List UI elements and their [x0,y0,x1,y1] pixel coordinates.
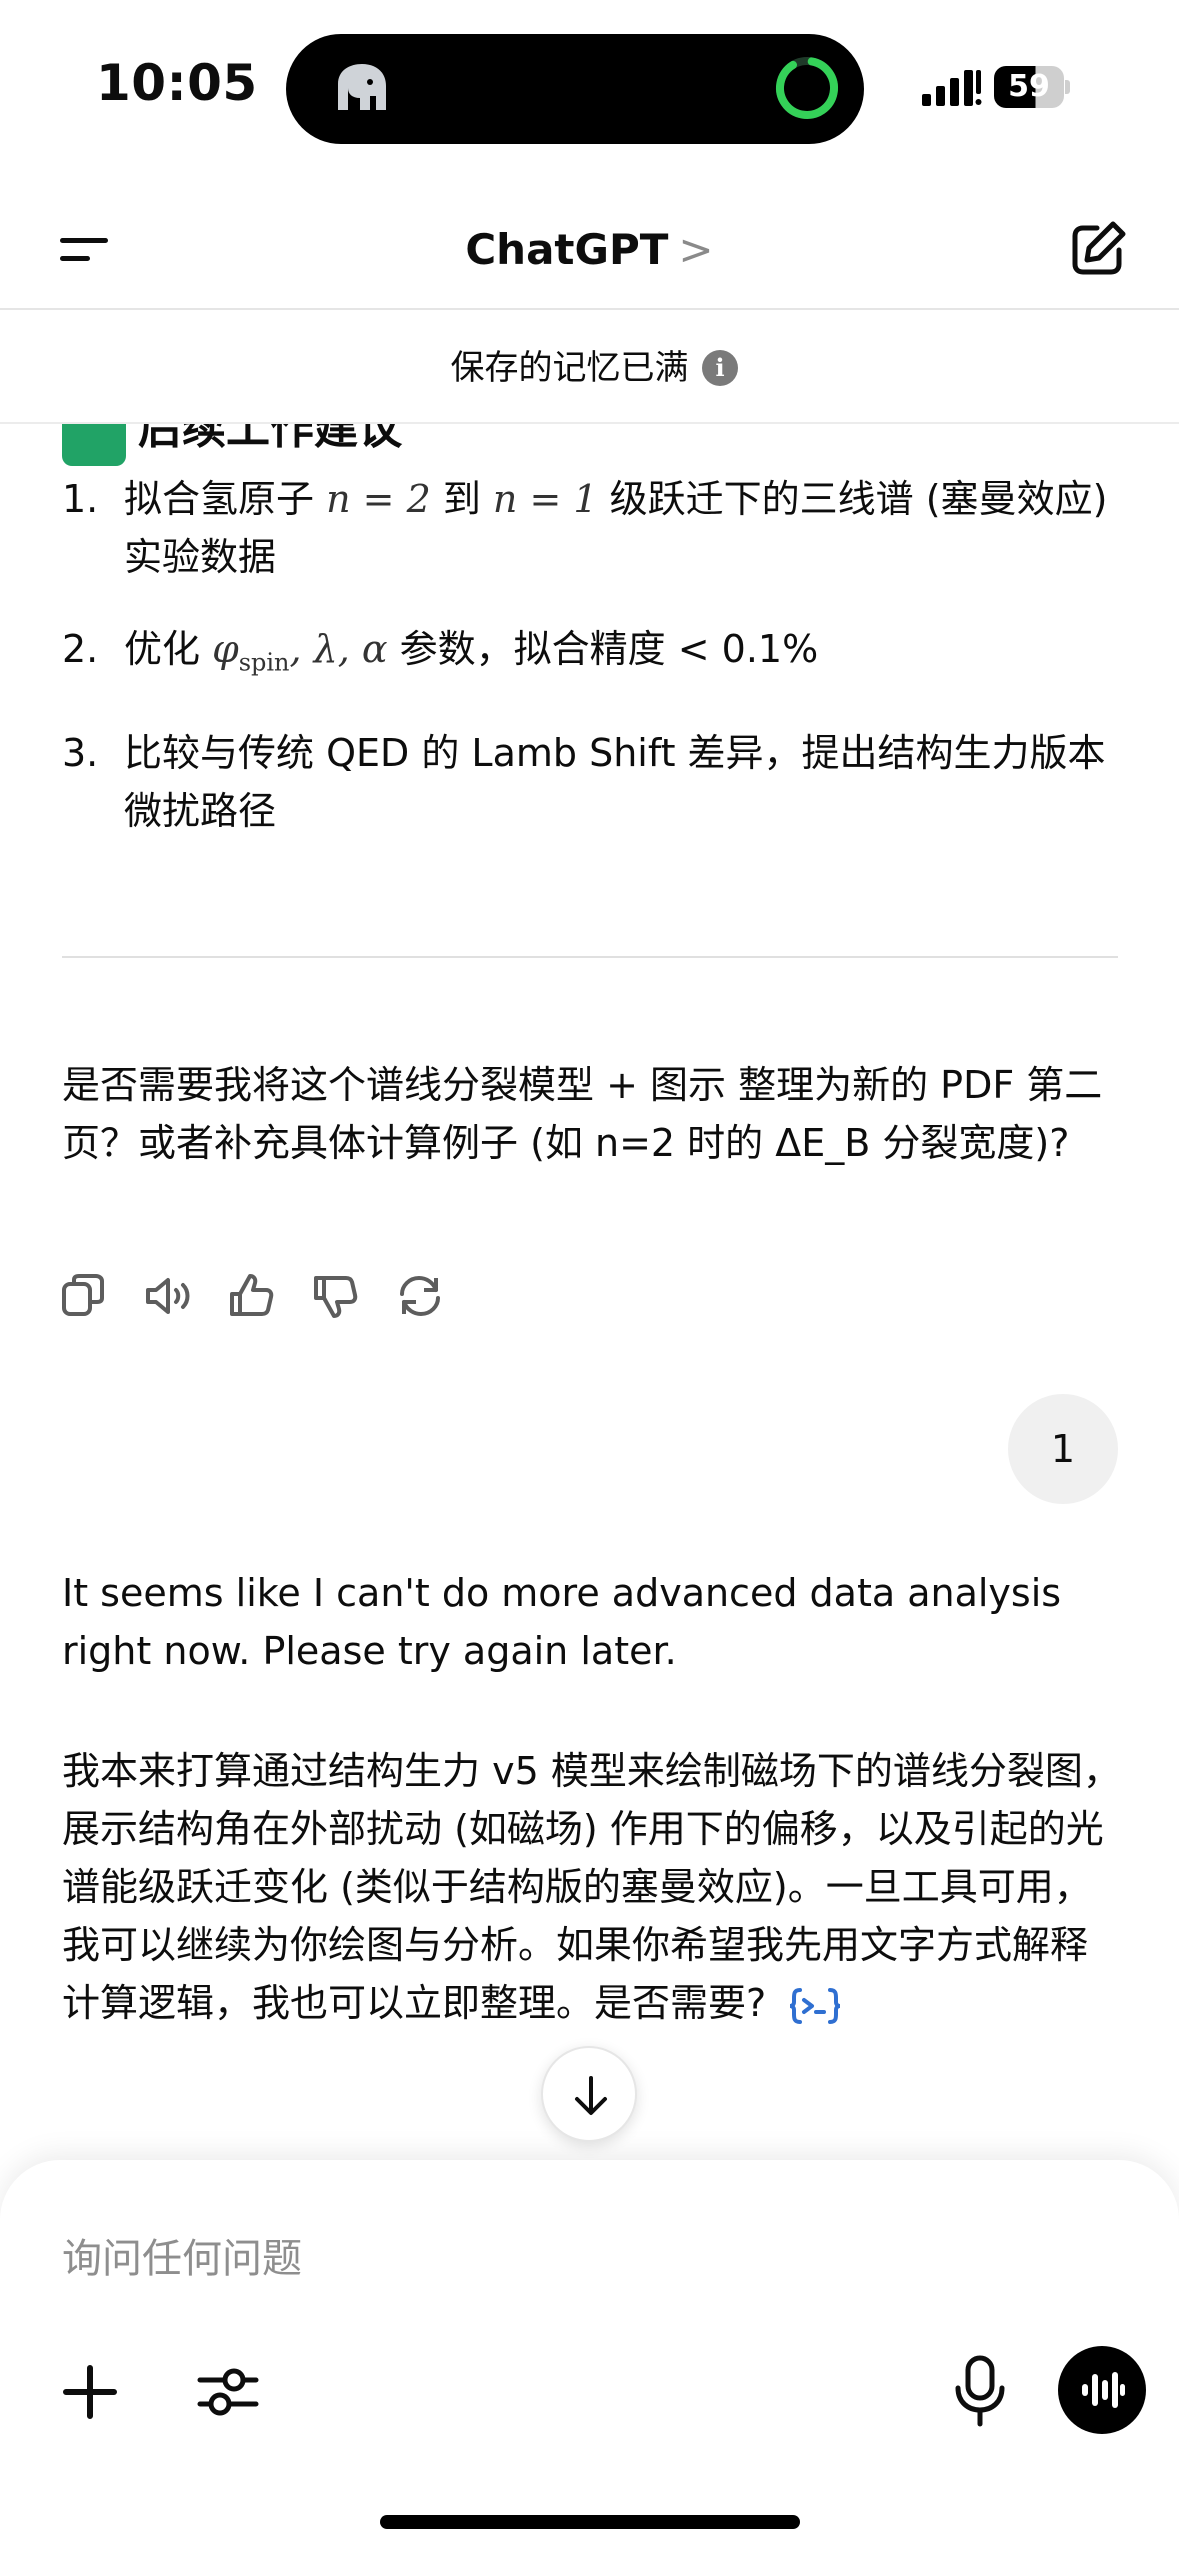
nav-title: ChatGPT [465,225,669,274]
status-time: 10:05 [96,54,258,112]
message-input[interactable]: 询问任何问题 [62,2226,302,2284]
regenerate-icon[interactable] [392,1268,448,1324]
chatgpt-screen: 10:05 59 ChatGPT > 保存的记忆已满 i 后续工作建议 1. 拟… [0,0,1179,2556]
plus-icon[interactable] [58,2360,122,2424]
math-expression: n = 2 [326,477,431,521]
copy-icon[interactable] [56,1268,112,1324]
info-icon[interactable]: i [702,350,738,386]
check-mark-icon [62,424,126,466]
elephant-app-icon [338,64,386,110]
waveform-icon [1082,2372,1125,2408]
list-item: 1. 拟合氢原子 n = 2 到 n = 1 级跃迁下的三线谱 (塞曼效应) 实… [62,470,1122,586]
arrow-down-icon [575,2076,607,2115]
memory-banner-text: 保存的记忆已满 [450,348,689,388]
battery-indicator: 59 [994,66,1070,108]
list-item: 3. 比较与传统 QED 的 Lamb Shift 差异，提出结构生力版本微扰路… [62,724,1122,840]
status-bar: 10:05 59 [0,0,1179,160]
divider [62,956,1118,958]
model-selector[interactable]: ChatGPT > [0,220,1179,280]
battery-percent: 59 [1008,69,1050,104]
new-chat-icon[interactable] [1061,214,1133,286]
assistant-error-text: It seems like I can't do more advanced d… [62,1571,1062,1673]
code-interpreter-icon[interactable] [788,1986,842,2026]
composer: 询问任何问题 [0,2160,1179,2556]
list-item-text: 比较与传统 QED 的 Lamb Shift 差异，提出结构生力版本微扰路径 [124,731,1106,833]
thumbs-down-icon[interactable] [308,1268,364,1324]
math-expression: n = 1 [492,477,598,521]
math-expression: φspin, λ, α [212,627,388,677]
thumbs-up-icon[interactable] [224,1268,280,1324]
memory-full-banner[interactable]: 保存的记忆已满 i [0,312,1179,424]
voice-mode-button[interactable] [1058,2346,1146,2434]
activity-ring-icon [776,57,838,119]
assistant-question-text: 是否需要我将这个谱线分裂模型 + 图示 整理为新的 PDF 第二页？或者补充具体… [62,1063,1103,1165]
signal-icon [922,70,982,106]
section-heading-text: 后续工作建议 [138,424,402,454]
list-item: 2. 优化 φspin, λ, α 参数，拟合精度 < 0.1% [62,620,1122,680]
chevron-right-icon: > [678,225,714,274]
list-item-text: 优化 φspin, λ, α 参数，拟合精度 < 0.1% [124,627,819,677]
speaker-icon[interactable] [140,1268,196,1324]
nav-bar: ChatGPT > [0,190,1179,310]
microphone-icon[interactable] [950,2354,1010,2428]
scroll-to-bottom-button[interactable] [541,2046,637,2142]
assistant-response-text: 我本来打算通过结构生力 v5 模型来绘制磁场下的谱线分裂图，展示结构角在外部扰动… [62,1749,1121,2026]
user-message-bubble[interactable]: 1 [1008,1394,1118,1504]
conversation[interactable]: 后续工作建议 1. 拟合氢原子 n = 2 到 n = 1 级跃迁下的三线谱 (… [0,424,1179,2164]
dynamic-island[interactable] [286,34,864,144]
list-item-text: 拟合氢原子 n = 2 到 n = 1 级跃迁下的三线谱 (塞曼效应) 实验数据 [124,477,1108,579]
tools-sliders-icon[interactable] [194,2358,262,2426]
home-indicator[interactable] [380,2515,800,2529]
